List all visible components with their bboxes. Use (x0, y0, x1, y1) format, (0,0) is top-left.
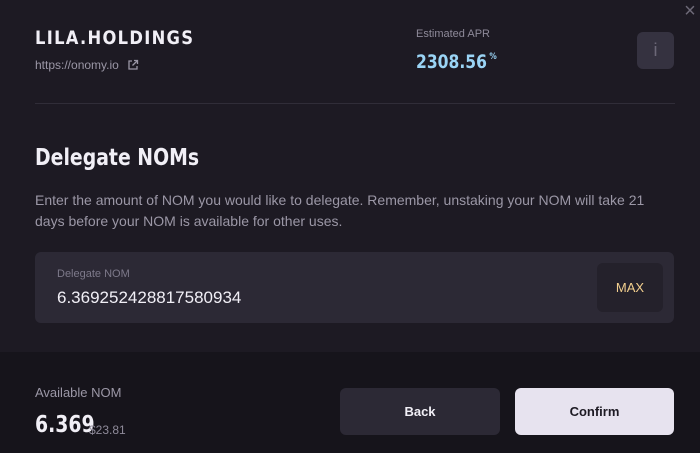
available-usd: $23.81 (89, 423, 126, 437)
max-button[interactable]: MAX (597, 263, 663, 312)
apr-label: Estimated APR (416, 28, 490, 40)
info-icon: i (653, 40, 658, 60)
footer: Available NOM 6.369 $23.81 Back Confirm (0, 352, 700, 453)
delegate-description: Enter the amount of NOM you would like t… (35, 192, 645, 229)
delegate-amount-input[interactable] (57, 286, 577, 310)
header-divider (35, 103, 675, 104)
website-url: https://onomy.io (35, 58, 119, 72)
apr-unit: % (489, 52, 497, 62)
apr-number: 2308.56 (416, 51, 487, 73)
delegate-input-label: Delegate NOM (57, 268, 130, 280)
confirm-button[interactable]: Confirm (515, 388, 674, 435)
apr-value: 2308.56% (416, 51, 497, 73)
available-label: Available NOM (35, 385, 122, 400)
validator-name: LILA.HOLDINGS (35, 27, 195, 49)
close-icon[interactable]: × (680, 1, 700, 22)
external-link-icon (127, 59, 139, 71)
back-button[interactable]: Back (340, 388, 500, 435)
website-link[interactable]: https://onomy.io (35, 58, 139, 72)
delegate-title: Delegate NOMs (35, 145, 200, 171)
info-button[interactable]: i (637, 32, 674, 69)
available-amount: 6.369 (35, 412, 95, 438)
delegate-input-box: Delegate NOM MAX (35, 252, 674, 323)
